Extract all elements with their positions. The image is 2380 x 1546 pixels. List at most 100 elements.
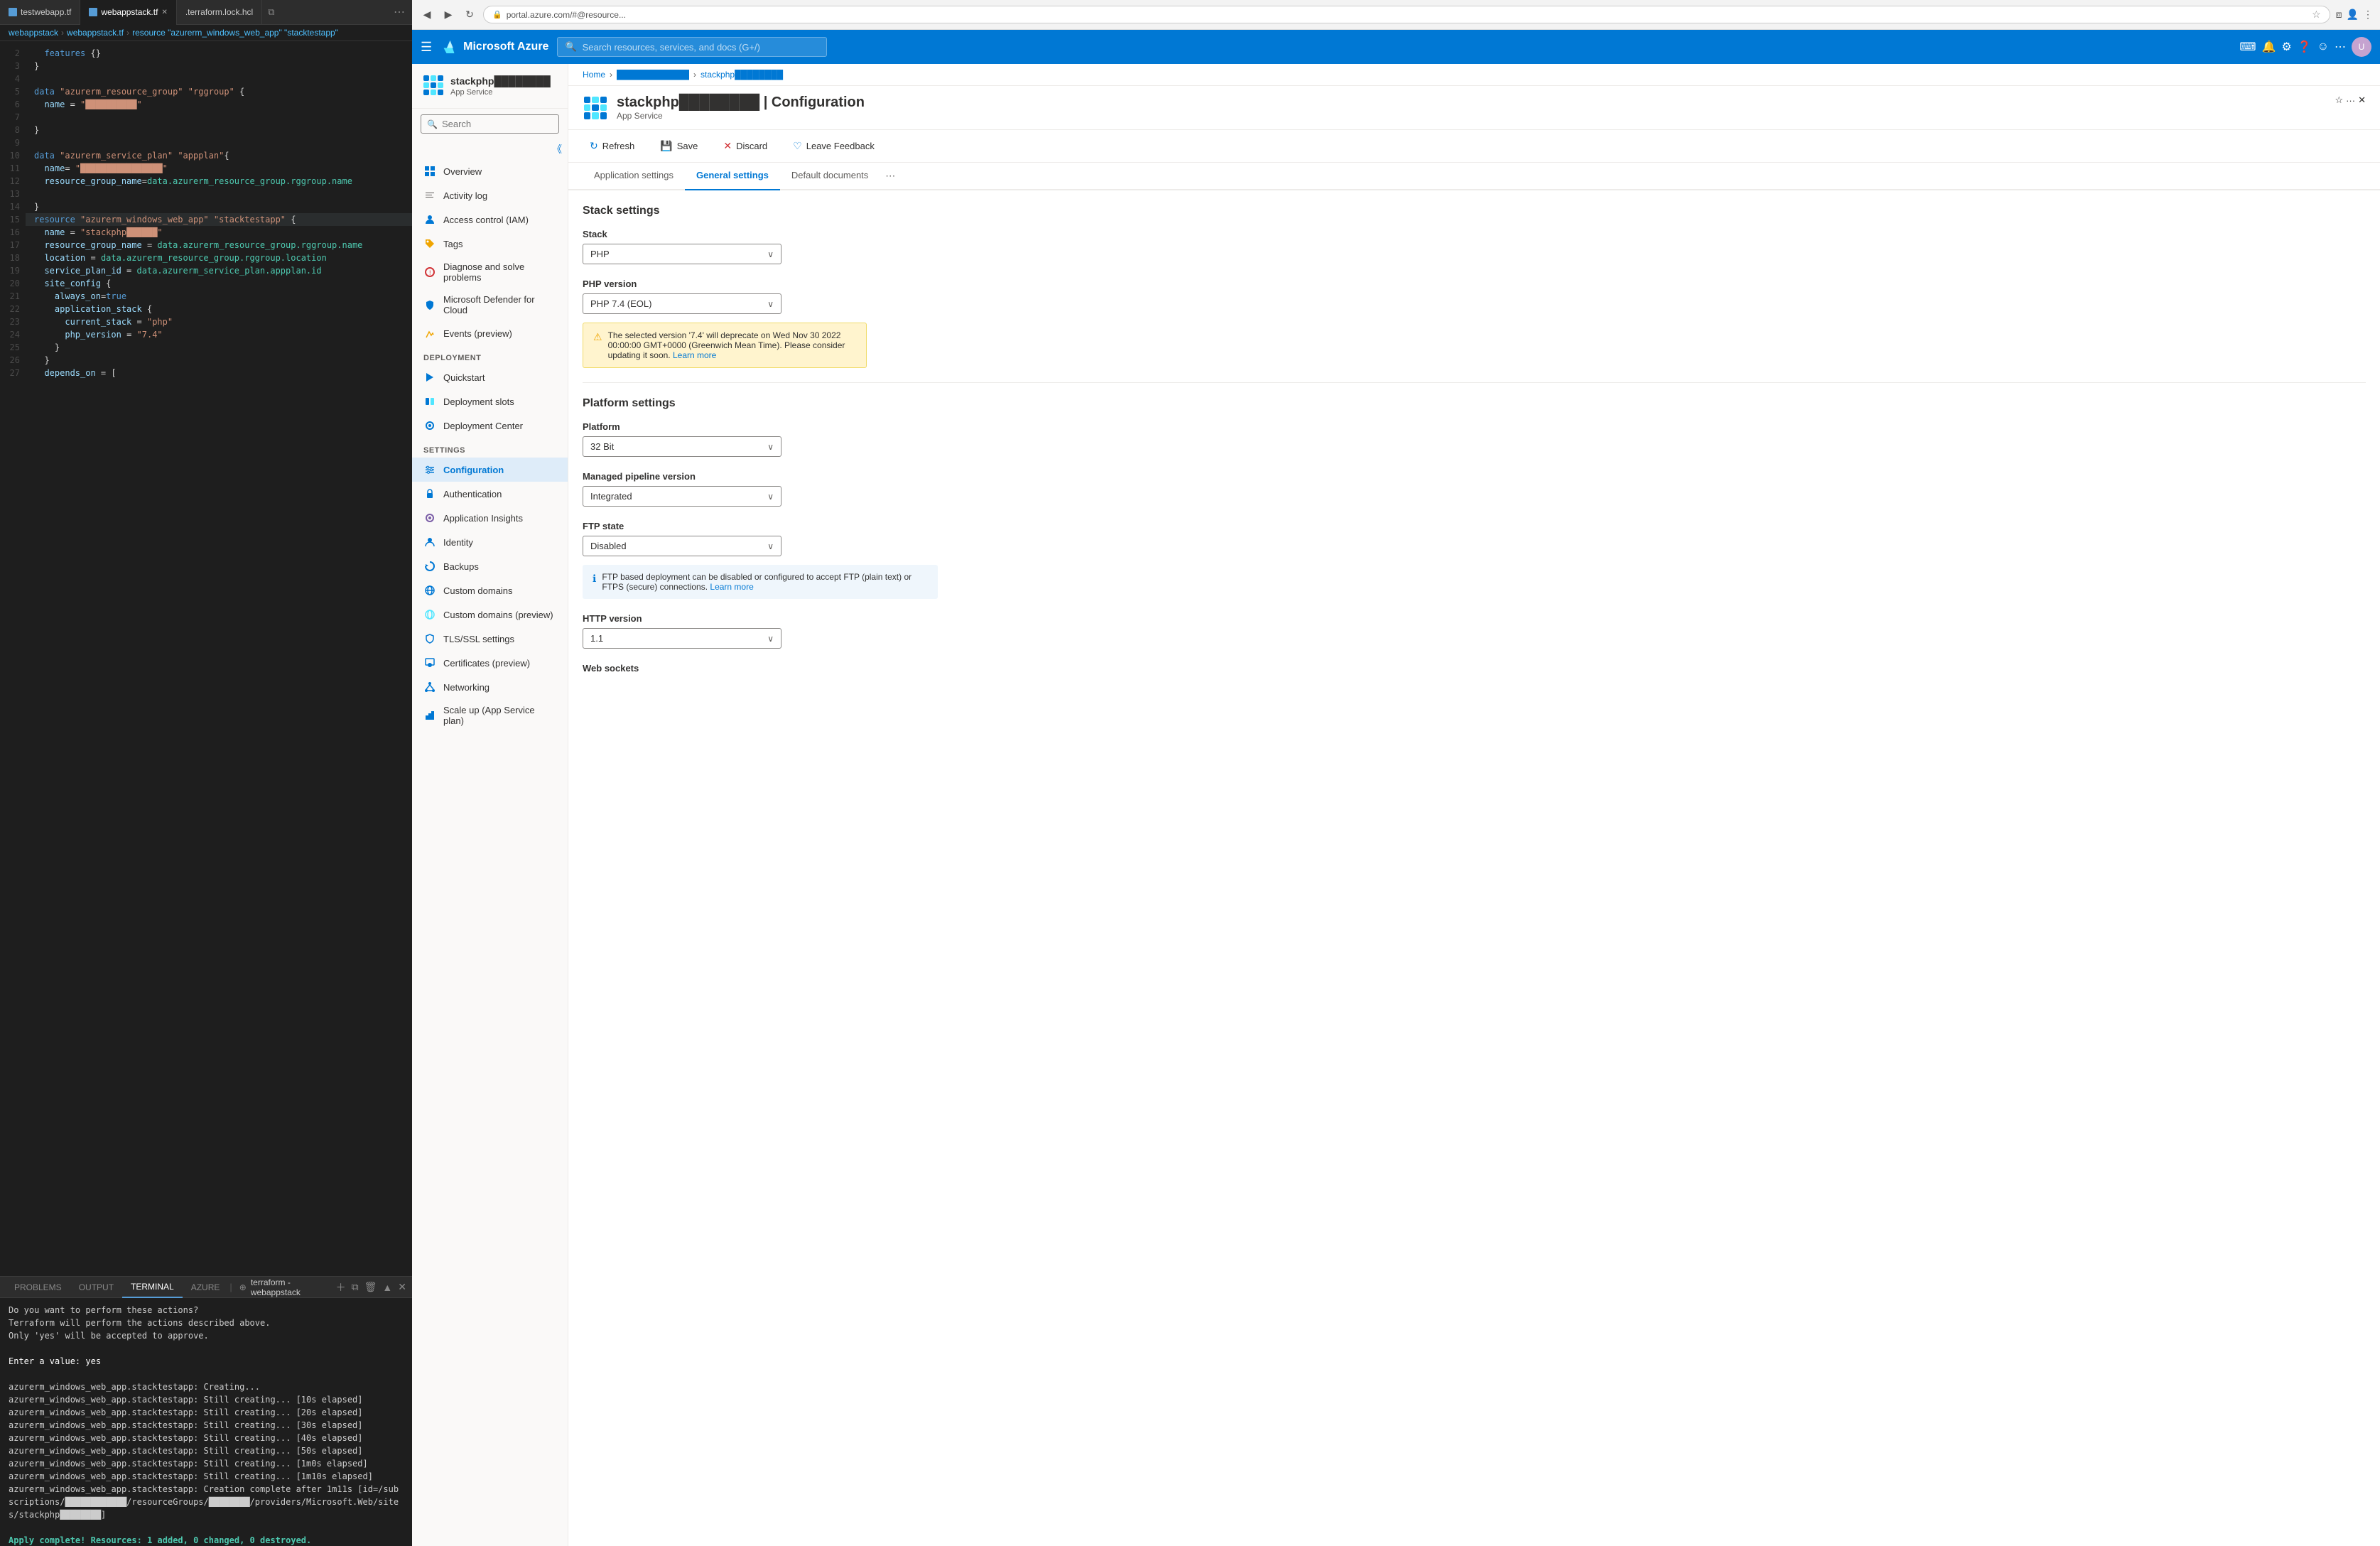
terminal-task-label[interactable]: ⊕ terraform - webappstack: [234, 1277, 336, 1297]
breadcrumb-symbol[interactable]: resource "azurerm_windows_web_app" "stac…: [132, 28, 338, 38]
sidebar-item-networking[interactable]: Networking: [412, 675, 568, 699]
sidebar-item-custom-domains[interactable]: Custom domains: [412, 578, 568, 602]
forward-button[interactable]: ▶: [440, 7, 456, 23]
sidebar-item-diagnose[interactable]: ! Diagnose and solve problems: [412, 256, 568, 288]
hamburger-icon[interactable]: ☰: [421, 40, 432, 55]
more-icon[interactable]: ⋯: [2335, 40, 2346, 54]
bookmark-icon[interactable]: ☆: [2312, 9, 2321, 21]
tab-problems[interactable]: PROBLEMS: [6, 1277, 70, 1298]
sidebar-item-events[interactable]: Events (preview): [412, 321, 568, 345]
sidebar-search-input-box[interactable]: 🔍: [421, 114, 559, 134]
title-star-icon[interactable]: ☆: [2335, 94, 2343, 106]
stack-select[interactable]: PHP ∨: [583, 244, 781, 264]
sidebar-item-access-control[interactable]: Access control (IAM): [412, 207, 568, 232]
sidebar-item-app-insights[interactable]: Application Insights: [412, 506, 568, 530]
terminal-close-icon[interactable]: ✕: [398, 1281, 406, 1293]
search-icon: 🔍: [565, 41, 576, 53]
tab-default-documents[interactable]: Default documents: [780, 163, 880, 190]
breadcrumb-home[interactable]: Home: [583, 70, 605, 80]
terminal-maximize-icon[interactable]: ▲: [382, 1282, 392, 1293]
sidebar-item-identity[interactable]: Identity: [412, 530, 568, 554]
ftp-select[interactable]: Disabled ∨: [583, 536, 781, 556]
tab-azure[interactable]: AZURE: [183, 1277, 229, 1298]
php-version-select[interactable]: PHP 7.4 (EOL) ∨: [583, 293, 781, 314]
content-tabs-more[interactable]: ⋯: [880, 163, 901, 189]
profile-icon[interactable]: 👤: [2347, 9, 2359, 21]
tab-output[interactable]: OUTPUT: [70, 1277, 122, 1298]
user-avatar[interactable]: U: [2352, 37, 2371, 57]
sidebar-label-certificates: Certificates (preview): [443, 658, 530, 669]
sidebar-label-diagnose: Diagnose and solve problems: [443, 261, 556, 283]
terminal-area: PROBLEMS OUTPUT TERMINAL AZURE | ⊕ terra…: [0, 1276, 412, 1546]
sidebar-item-deployment-center[interactable]: Deployment Center: [412, 413, 568, 438]
terminal-add-icon[interactable]: ＋: [336, 1280, 346, 1294]
refresh-button[interactable]: ↻ Refresh: [583, 136, 642, 156]
code-line-11: name= "████████████████": [26, 162, 412, 175]
sidebar-item-overview[interactable]: Overview: [412, 159, 568, 183]
sidebar-item-certificates[interactable]: Certificates (preview): [412, 651, 568, 675]
tab-webappstack[interactable]: webappstack.tf ✕: [80, 0, 176, 25]
breadcrumb-rg[interactable]: ████████████: [617, 70, 689, 80]
sidebar-item-backups[interactable]: Backups: [412, 554, 568, 578]
code-line-9: [26, 136, 412, 149]
azure-search-box[interactable]: 🔍: [557, 37, 827, 57]
settings-icon[interactable]: ⚙: [2281, 40, 2291, 54]
code-lines[interactable]: features {} } data "azurerm_resource_gro…: [26, 41, 412, 1276]
sidebar-item-scale-up[interactable]: Scale up (App Service plan): [412, 699, 568, 732]
http-version-select[interactable]: 1.1 ∨: [583, 628, 781, 649]
sidebar-item-tls-ssl[interactable]: TLS/SSL settings: [412, 627, 568, 651]
warning-learn-more-link[interactable]: Learn more: [673, 350, 716, 360]
feedback-button[interactable]: ♡ Leave Feedback: [786, 136, 882, 156]
notifications-icon[interactable]: 🔔: [2261, 40, 2276, 54]
pipeline-select[interactable]: Integrated ∨: [583, 486, 781, 507]
tab-terminal[interactable]: TERMINAL: [122, 1277, 183, 1298]
breadcrumb-app[interactable]: stackphp████████: [701, 70, 783, 80]
sidebar-item-configuration[interactable]: Configuration: [412, 458, 568, 482]
sidebar-item-deployment-slots[interactable]: Deployment slots: [412, 389, 568, 413]
tab-application-settings[interactable]: Application settings: [583, 163, 685, 190]
address-bar[interactable]: 🔒 portal.azure.com/#@resource... ☆: [483, 6, 2330, 23]
title-dots-icon[interactable]: ···: [2346, 95, 2355, 106]
code-editor[interactable]: 234567 8910111213 141516171819 202122232…: [0, 41, 412, 1276]
portal-title-bar: stackphp████████ | Configuration App Ser…: [568, 86, 2380, 130]
sidebar-item-authentication[interactable]: Authentication: [412, 482, 568, 506]
terminal-content[interactable]: Do you want to perform these actions? Te…: [0, 1298, 412, 1546]
save-button[interactable]: 💾 Save: [653, 136, 705, 156]
azure-title: Microsoft Azure: [463, 40, 548, 53]
ftp-learn-more-link[interactable]: Learn more: [710, 582, 753, 592]
sidebar-search-field[interactable]: [442, 119, 553, 129]
feedback-icon[interactable]: ☺: [2317, 40, 2329, 53]
terminal-actions: ＋ ⧉ 🗑 ▲ ✕: [336, 1280, 406, 1294]
terminal-split-icon[interactable]: ⧉: [352, 1281, 359, 1293]
help-icon[interactable]: ❓: [2298, 40, 2312, 54]
azure-search-input[interactable]: [583, 42, 820, 53]
tab-general-settings[interactable]: General settings: [685, 163, 780, 190]
platform-select[interactable]: 32 Bit ∨: [583, 436, 781, 457]
tab-terraform-lock[interactable]: .terraform.lock.hcl: [177, 0, 262, 25]
portal-title: stackphp████████ | Configuration App Ser…: [583, 94, 865, 121]
split-editor-icon[interactable]: ⧉: [262, 6, 280, 18]
refresh-button[interactable]: ↻: [462, 7, 477, 23]
collapse-sidebar-button[interactable]: 《: [552, 142, 562, 156]
cloud-shell-icon[interactable]: ⌨: [2239, 40, 2256, 54]
discard-button[interactable]: ✕ Discard: [716, 136, 774, 156]
close-tab-webappstack[interactable]: ✕: [161, 9, 167, 16]
terminal-trash-icon[interactable]: 🗑: [364, 1281, 377, 1293]
sidebar-search[interactable]: 🔍: [412, 109, 568, 139]
tags-icon: [423, 237, 436, 250]
breadcrumb-root[interactable]: webappstack: [9, 28, 58, 38]
sidebar-item-tags[interactable]: Tags: [412, 232, 568, 256]
sidebar-item-activity-log[interactable]: Activity log: [412, 183, 568, 207]
terminal-tabs-bar: PROBLEMS OUTPUT TERMINAL AZURE | ⊕ terra…: [0, 1277, 412, 1298]
browser-menu-icon[interactable]: ⋮: [2363, 9, 2373, 21]
breadcrumb-file[interactable]: webappstack.tf: [67, 28, 124, 38]
extensions-icon[interactable]: ⧈: [2336, 9, 2342, 21]
sidebar-collapse-btn[interactable]: 《: [412, 139, 568, 159]
editor-tabs-more[interactable]: ⋯: [386, 5, 412, 19]
tab-testwebapp[interactable]: testwebapp.tf: [0, 0, 80, 25]
sidebar-item-custom-domains-preview[interactable]: Custom domains (preview): [412, 602, 568, 627]
title-close-icon[interactable]: ✕: [2358, 94, 2366, 106]
sidebar-item-defender[interactable]: Microsoft Defender for Cloud: [412, 288, 568, 321]
back-button[interactable]: ◀: [419, 7, 435, 23]
sidebar-item-quickstart[interactable]: Quickstart: [412, 365, 568, 389]
